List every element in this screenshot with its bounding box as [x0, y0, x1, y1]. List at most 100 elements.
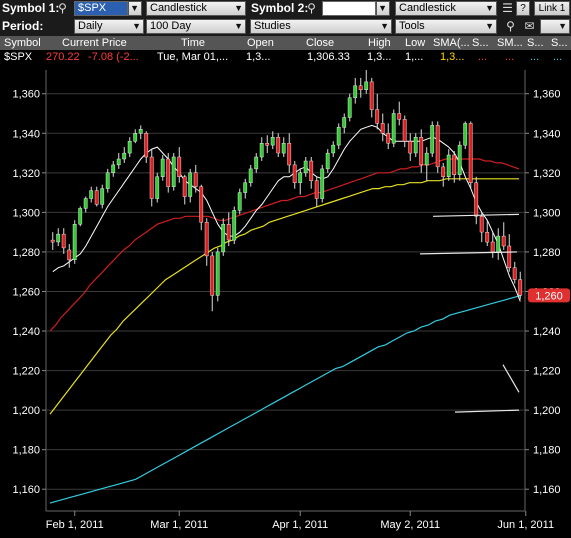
candle-body	[105, 172, 110, 189]
candle-body	[116, 158, 121, 166]
candle-body	[199, 186, 204, 223]
candle-body	[254, 156, 259, 170]
y-tick-label: 1,180	[12, 445, 40, 457]
period-select[interactable]: Daily ▼	[74, 19, 144, 34]
candle-body	[210, 255, 215, 296]
candle-body	[160, 158, 165, 177]
quote-s2: ...	[530, 51, 540, 63]
candle-body	[265, 142, 270, 146]
candle-body	[171, 156, 176, 187]
help-button[interactable]: ?	[516, 1, 530, 16]
candle-body	[155, 176, 160, 199]
chevron-down-icon: ▼	[485, 21, 494, 31]
header-sma: SMA(...	[433, 37, 470, 49]
symbol2-dropdown[interactable]: ▼	[376, 1, 390, 16]
chart-type2-select[interactable]: Candlestick ▼	[395, 1, 497, 16]
candle-body	[226, 223, 231, 241]
candle-body	[501, 235, 506, 247]
quote-change: -7.08 (-2...	[88, 51, 139, 63]
y-tick-label: 1,200	[533, 405, 561, 417]
last-price-tag: 1,260	[528, 288, 570, 303]
y-tick-label: 1,320	[12, 168, 40, 180]
toolbar-row-1: Symbol 1: ⚲ $SPX ▼ Candlestick ▼ Symbol 2…	[0, 0, 571, 18]
symbol2-label: Symbol 2:	[251, 1, 309, 15]
chevron-down-icon: ▼	[234, 3, 243, 13]
header-s1: S...	[472, 37, 489, 49]
header-low: Low	[405, 37, 426, 49]
y-tick-label: 1,340	[12, 128, 40, 140]
candle-body	[413, 136, 418, 154]
x-tick-label: Feb 1, 2011	[46, 519, 104, 531]
header-symbol: Symbol	[4, 37, 41, 49]
quote-close: 1,306.33	[307, 51, 350, 63]
candle-body	[452, 154, 457, 175]
candle-body	[78, 208, 83, 225]
chevron-down-icon: ▼	[234, 21, 243, 31]
menu-icon[interactable]: ☰	[500, 1, 515, 16]
zoom-icon[interactable]: ⚲	[503, 19, 518, 34]
candle-body	[111, 164, 116, 174]
candle-body	[485, 231, 490, 243]
candle-body	[248, 168, 253, 183]
candle-body	[177, 156, 182, 177]
candle-body	[375, 109, 380, 124]
candle-body	[204, 222, 209, 257]
search-icon[interactable]: ⚲	[304, 1, 319, 16]
candle-body	[386, 133, 391, 144]
chevron-down-icon: ▼	[132, 21, 141, 31]
y-tick-label: 1,220	[12, 366, 40, 378]
quote-table-row[interactable]: $SPX 270.22 -7.08 (-2... Tue, Mar 01,...…	[0, 50, 571, 65]
candle-body	[281, 142, 286, 154]
candle-body	[435, 125, 440, 168]
header-time: Time	[181, 37, 206, 49]
y-tick-label: 1,360	[533, 89, 561, 101]
sma-red-line	[49, 158, 520, 332]
candle-body	[94, 190, 99, 205]
candle-body	[364, 81, 369, 90]
search-icon[interactable]: ⚲	[55, 1, 70, 16]
y-tick-label: 1,260	[12, 286, 40, 298]
quote-sma: 1,3...	[440, 51, 465, 63]
candle-body	[144, 133, 149, 158]
candle-body	[259, 142, 264, 158]
y-tick-label: 1,300	[12, 207, 40, 219]
candle-body	[67, 249, 72, 261]
symbol2-input[interactable]	[322, 1, 376, 16]
x-axis: Feb 1, 2011 Mar 1, 2011 Apr 1, 2011 May 2, …	[46, 519, 554, 531]
symbol1-dropdown[interactable]: ▼	[128, 1, 142, 16]
quote-symbol: $SPX	[4, 51, 33, 63]
chat-icon[interactable]: ✉	[522, 19, 537, 34]
candle-body	[56, 233, 61, 243]
quote-s3: ...	[553, 51, 563, 63]
price-chart[interactable]: 1,160 1,180 1,200 1,220 1,240 1,260 1,280 1,300…	[0, 66, 571, 538]
candle-body	[149, 156, 154, 199]
tools-select[interactable]: Tools ▼	[395, 19, 497, 34]
x-tick-label: Mar 1, 2011	[150, 519, 208, 531]
studies-select[interactable]: Studies ▼	[250, 19, 392, 34]
candle-body	[320, 168, 325, 199]
candle-body	[243, 182, 248, 193]
sma-yellow-line	[49, 178, 519, 415]
y-axis-left: 1,160 1,180 1,200 1,220 1,240 1,260 1,280 1,300…	[12, 89, 40, 496]
candle-body	[270, 136, 275, 146]
header-open: Open	[247, 37, 274, 49]
candle-body	[424, 152, 429, 166]
link-button[interactable]: Link 1	[534, 1, 570, 16]
candle-body	[138, 129, 143, 134]
range-select[interactable]: 100 Day ▼	[146, 19, 246, 34]
candle-body	[507, 245, 512, 268]
candle-body	[347, 97, 352, 118]
candle-body	[287, 142, 292, 166]
chat-dropdown[interactable]: ▼	[540, 19, 570, 34]
header-current-price: Current Price	[62, 37, 127, 49]
candles	[50, 70, 523, 312]
chevron-down-icon: ▼	[485, 3, 494, 13]
header-s2: S...	[527, 37, 544, 49]
symbol1-label: Symbol 1:	[2, 1, 60, 15]
quote-table-header: Symbol Current Price Time Open Close Hig…	[0, 36, 571, 50]
chevron-down-icon: ▼	[380, 21, 389, 31]
symbol1-input[interactable]: $SPX	[74, 1, 128, 16]
candle-body	[397, 113, 402, 120]
candle-body	[292, 164, 297, 183]
chart-type1-select[interactable]: Candlestick ▼	[146, 1, 246, 16]
